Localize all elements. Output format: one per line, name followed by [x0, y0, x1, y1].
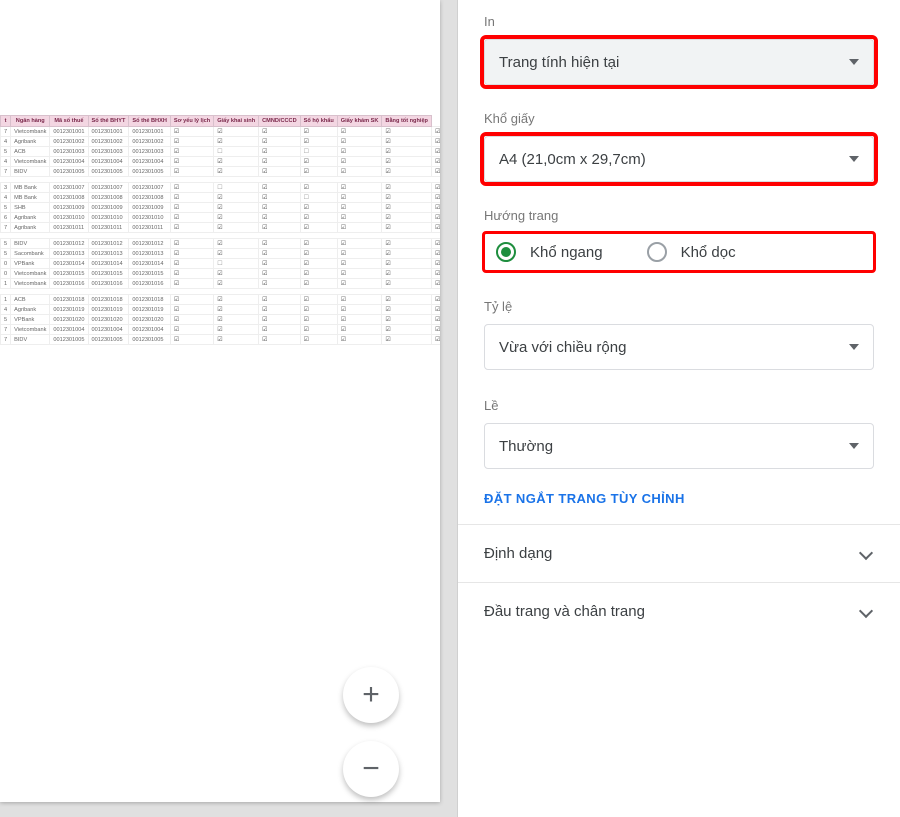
caret-down-icon	[849, 443, 859, 449]
orientation-radio-group: Khổ ngang Khổ dọc	[484, 233, 874, 271]
print-scope-select[interactable]: Trang tính hiện tại	[484, 39, 874, 85]
scale-value: Vừa với chiều rộng	[499, 339, 626, 356]
format-section-toggle[interactable]: Định dạng	[484, 545, 874, 562]
print-scope-value: Trang tính hiện tại	[499, 54, 619, 71]
preview-spreadsheet: tNgân hàngMã số thuếSố thẻ BHYTSố thẻ BH…	[0, 115, 440, 345]
caret-down-icon	[849, 344, 859, 350]
headers-footers-section-toggle[interactable]: Đầu trang và chân trang	[484, 603, 874, 620]
zoom-out-button[interactable]: −	[343, 741, 399, 797]
caret-down-icon	[849, 59, 859, 65]
paper-size-label: Khổ giấy	[484, 111, 874, 126]
margins-value: Thường	[499, 438, 553, 455]
margins-select[interactable]: Thường	[484, 423, 874, 469]
chevron-down-icon	[858, 546, 874, 562]
print-preview-pane: tNgân hàngMã số thuếSố thẻ BHYTSố thẻ BH…	[0, 0, 458, 817]
scale-select[interactable]: Vừa với chiều rộng	[484, 324, 874, 370]
print-scope-label: In	[484, 14, 874, 29]
zoom-in-button[interactable]: +	[343, 667, 399, 723]
orientation-landscape-radio[interactable]: Khổ ngang	[496, 242, 603, 262]
caret-down-icon	[849, 156, 859, 162]
print-settings-panel: In Trang tính hiện tại Khổ giấy A4 (21,0…	[458, 0, 900, 817]
scale-label: Tỷ lệ	[484, 299, 874, 314]
radio-unselected-icon	[647, 242, 667, 262]
radio-selected-icon	[496, 242, 516, 262]
chevron-down-icon	[858, 604, 874, 620]
orientation-portrait-radio[interactable]: Khổ dọc	[647, 242, 736, 262]
paper-size-value: A4 (21,0cm x 29,7cm)	[499, 151, 646, 168]
custom-page-breaks-link[interactable]: ĐẶT NGẮT TRANG TÙY CHỈNH	[484, 469, 685, 524]
margins-label: Lề	[484, 398, 874, 413]
orientation-label: Hướng trang	[484, 208, 874, 223]
paper-size-select[interactable]: A4 (21,0cm x 29,7cm)	[484, 136, 874, 182]
